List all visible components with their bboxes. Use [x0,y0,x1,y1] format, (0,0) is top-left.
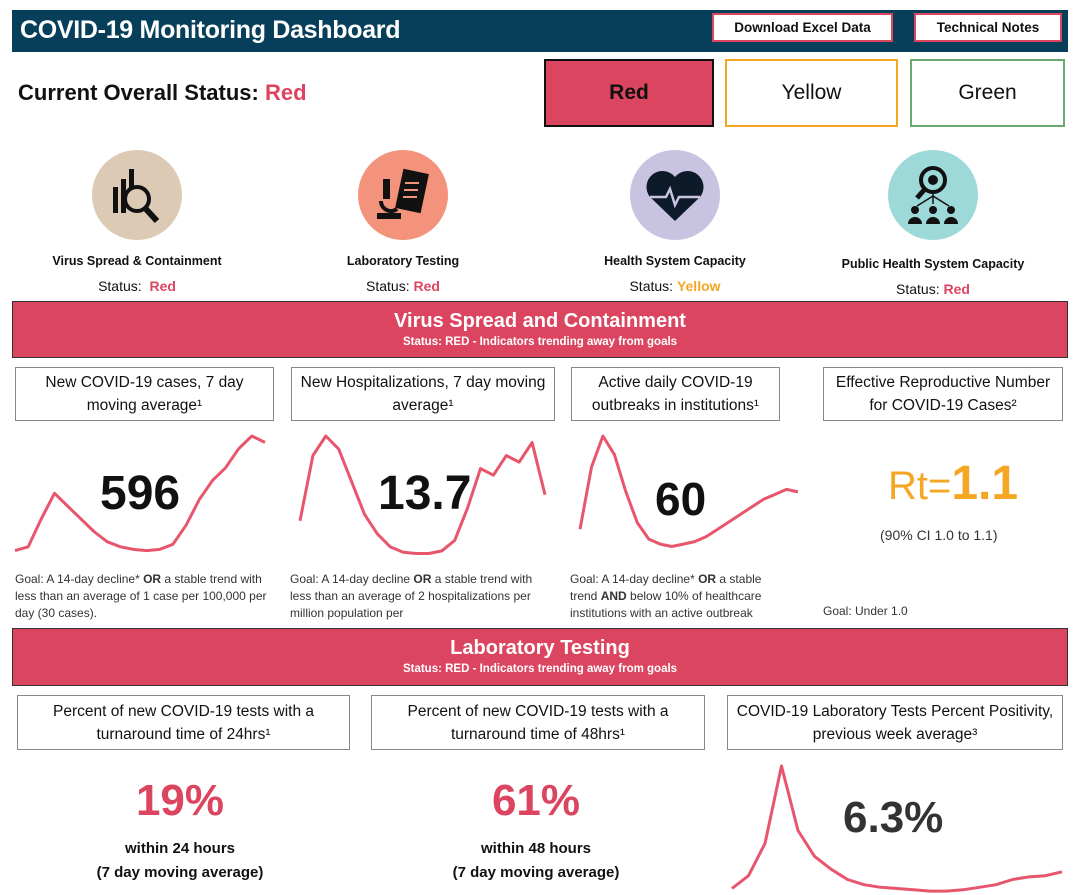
goal-outbreaks: Goal: A 14-day decline* OR a stable tren… [570,572,762,620]
category-laboratory-testing[interactable]: Laboratory Testing Status: Red [288,150,518,294]
caption-line: within 48 hours [480,840,591,857]
category-status: Status: Red [818,281,1048,297]
page-title: COVID-19 Monitoring Dashboard [20,16,401,44]
turnaround-24-caption: within 24 hours (7 day moving average) [60,837,300,885]
turnaround-48-caption: within 48 hours (7 day moving average) [416,837,656,885]
section-subtitle: Status: RED - Indicators trending away f… [402,663,678,675]
category-status: Status: Red [288,278,518,294]
header-bar: COVID-19 Monitoring Dashboard Download E… [12,10,1068,52]
metric-title-hospitalizations: New Hospitalizations, 7 day moving avera… [291,367,555,421]
category-label: Health System Capacity [604,254,746,268]
status-value: Red [943,281,970,297]
lab-section-banner: Laboratory Testing Status: RED - Indicat… [12,628,1068,686]
caption-line: within 24 hours [124,840,235,857]
category-status: Status: Yellow [560,278,790,294]
virus-section-banner: Virus Spread and Containment Status: RED… [12,301,1068,358]
rt-value: Rt=1.1 [888,456,1018,511]
heart-pulse-icon [630,150,720,240]
status-label: Status: [366,278,410,294]
metric-title-turnaround-24: Percent of new COVID-19 tests with a tur… [17,695,350,750]
category-label: Laboratory Testing [346,254,460,268]
category-label: Public Health System Capacity [841,257,1025,271]
category-label: Virus Spread & Containment [52,254,222,268]
caption-line: (7 day moving average) [452,864,620,881]
section-title: Virus Spread and Containment [394,310,686,332]
metric-title-positivity: COVID-19 Laboratory Tests Percent Positi… [727,695,1063,750]
category-public-health[interactable]: Public Health System Capacity Status: Re… [818,150,1048,297]
hospitalizations-value: 13.7 [378,467,472,520]
metric-title-rt: Effective Reproductive Number for COVID-… [823,367,1063,421]
status-option-red[interactable]: Red [544,59,714,127]
cases-value: 596 [100,467,181,520]
status-label: Status: [896,281,940,297]
metric-title-outbreaks: Active daily COVID-19 outbreaks in insti… [571,367,780,421]
rt-symbol: Rt= [888,464,952,508]
category-virus-spread[interactable]: Virus Spread & Containment Status: Red [22,150,252,294]
overall-status: Current Overall Status: Red [18,80,307,106]
overall-status-label: Current Overall Status: [18,80,259,105]
status-label: Status: [629,278,674,294]
status-value: Red [413,278,440,294]
metric-title-cases: New COVID-19 cases, 7 day moving average… [15,367,274,421]
goal-hospitalizations: Goal: A 14-day decline OR a stable trend… [290,572,533,620]
goal-cases: Goal: A 14-day decline* OR a stable tren… [15,572,267,620]
category-health-system[interactable]: Health System Capacity Status: Yellow [560,150,790,294]
turnaround-24-value: 19% [135,776,225,825]
status-value: Yellow [676,278,721,294]
category-status: Status: Red [22,278,252,294]
overall-status-value: Red [264,80,307,105]
turnaround-48-value: 61% [491,776,581,825]
caption-line: (7 day moving average) [96,864,264,881]
status-value: Red [149,278,176,294]
status-option-green[interactable]: Green [910,59,1065,127]
chart-magnifier-icon [92,150,182,240]
metric-title-turnaround-48: Percent of new COVID-19 tests with a tur… [371,695,705,750]
download-excel-button[interactable]: Download Excel Data [712,13,893,42]
microscope-clipboard-icon [358,150,448,240]
rt-number: 1.1 [951,457,1019,510]
status-label: Status: [98,278,142,294]
section-title: Laboratory Testing [450,637,630,659]
technical-notes-button[interactable]: Technical Notes [914,13,1062,42]
section-subtitle: Status: RED - Indicators trending away f… [402,336,678,348]
virus-people-icon [888,150,978,240]
rt-confidence-interval: (90% CI 1.0 to 1.1) [880,527,998,543]
positivity-value: 6.3% [843,793,944,842]
outbreaks-value: 60 [655,473,707,525]
status-option-yellow[interactable]: Yellow [725,59,898,127]
